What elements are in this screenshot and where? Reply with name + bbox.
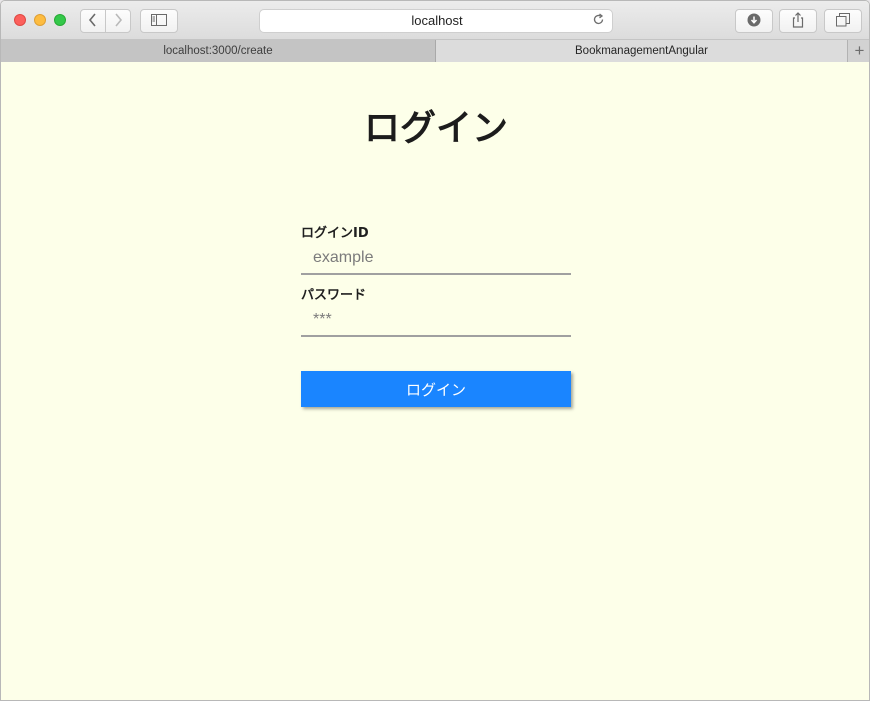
back-button[interactable] [80, 9, 106, 33]
tab-bar: localhost:3000/create BookmanagementAngu… [1, 40, 869, 62]
chevron-left-icon [88, 12, 98, 30]
share-icon [791, 11, 805, 31]
password-input[interactable] [301, 305, 571, 337]
page-content: ログイン ログインID パスワード ログイン [1, 63, 869, 700]
sidebar-icon [151, 13, 167, 29]
address-text: localhost [411, 13, 463, 28]
share-button[interactable] [779, 9, 817, 33]
tabs-overview-icon [836, 12, 850, 30]
page-title: ログイン [363, 108, 508, 149]
minimize-window-button[interactable] [34, 14, 46, 26]
browser-window: localhost localhost:3000/create Bookmana… [0, 0, 870, 701]
login-id-label: ログインID [301, 226, 369, 241]
reload-icon[interactable] [591, 13, 606, 28]
browser-toolbar: localhost [1, 1, 869, 40]
plus-icon[interactable]: + [847, 40, 869, 62]
download-button[interactable] [735, 9, 773, 33]
login-button[interactable]: ログイン [301, 371, 571, 407]
tab-bookmanagement-angular[interactable]: BookmanagementAngular [436, 40, 847, 62]
close-window-button[interactable] [14, 14, 26, 26]
download-icon [747, 13, 761, 30]
maximize-window-button[interactable] [54, 14, 66, 26]
forward-button[interactable] [105, 9, 131, 33]
sidebar-toggle-button[interactable] [140, 9, 178, 33]
login-id-input[interactable] [301, 243, 571, 275]
address-bar[interactable]: localhost [259, 9, 613, 33]
tab-localhost-create[interactable]: localhost:3000/create [1, 40, 436, 62]
chevron-right-icon [113, 12, 123, 30]
tabs-overview-button[interactable] [824, 9, 862, 33]
password-label: パスワード [301, 288, 367, 303]
